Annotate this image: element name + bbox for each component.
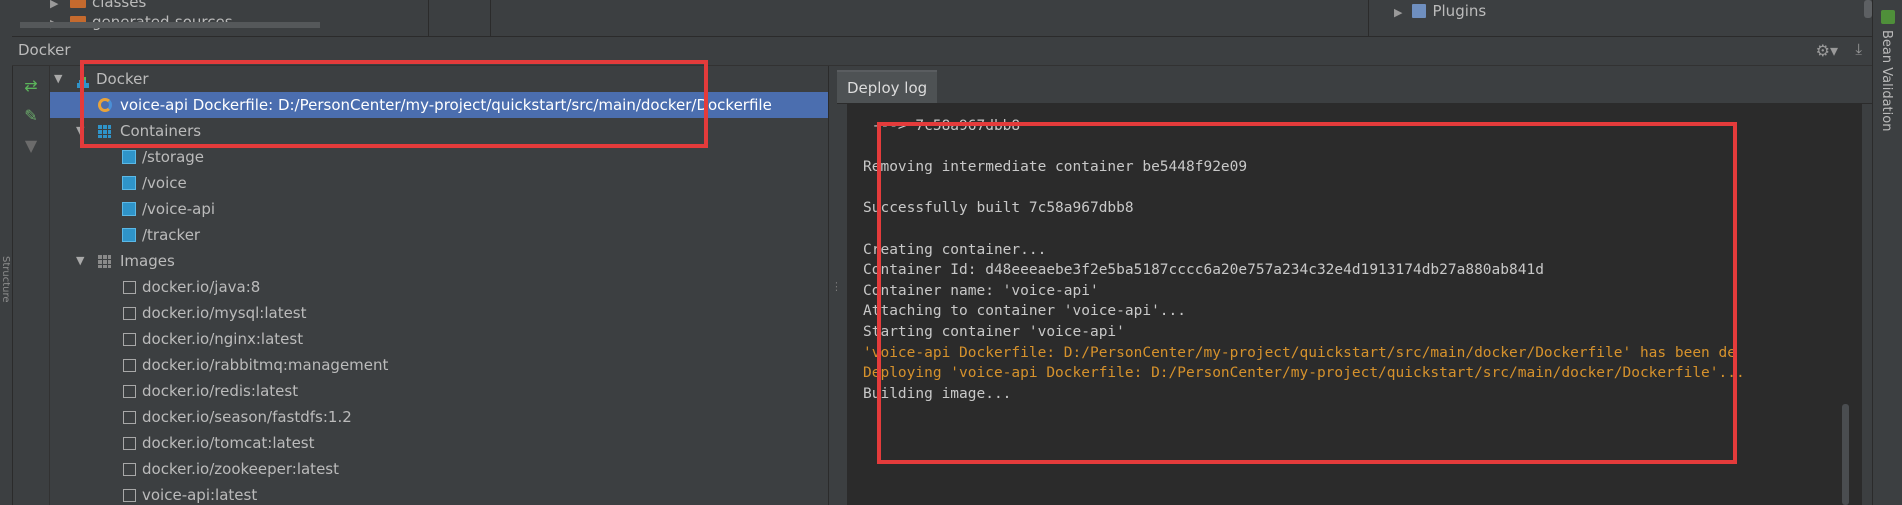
gear-icon[interactable]: ⚙▾ [1816, 41, 1838, 60]
tree-node-label: /voice [142, 174, 187, 192]
bean-validation-tab[interactable]: Bean Validation [1879, 30, 1894, 131]
collapse-arrow-icon[interactable]: ▼ [76, 118, 84, 144]
tree-node-docker-root[interactable]: ▼ Docker [50, 66, 828, 92]
deploy-icon[interactable]: ⇄ [19, 74, 43, 98]
tree-node-image[interactable]: voice-api:latest [50, 482, 828, 505]
tree-node-label: docker.io/rabbitmq:management [142, 356, 389, 374]
log-line: Building image... [863, 385, 1012, 402]
tree-node-label: voice-api:latest [142, 486, 258, 504]
tree-node-image[interactable]: docker.io/season/fastdfs:1.2 [50, 404, 828, 430]
image-icon [123, 281, 136, 294]
log-line: Successfully built 7c58a967dbb8 [863, 200, 1134, 217]
tree-node-label: docker.io/java:8 [142, 278, 261, 296]
tree-node-label: docker.io/zookeeper:latest [142, 460, 339, 478]
tree-node-label: /storage [142, 148, 205, 166]
tree-node-label: docker.io/season/fastdfs:1.2 [142, 408, 352, 426]
collapse-arrow-icon[interactable]: ▼ [54, 66, 62, 92]
tree-node-deployment[interactable]: voice-api Dockerfile: D:/PersonCenter/my… [50, 92, 828, 118]
hide-icon[interactable]: ⤓ [1855, 40, 1862, 58]
left-tool-strip: Structure [0, 36, 13, 505]
tree-node-container[interactable]: /tracker [50, 222, 828, 248]
tree-node-image[interactable]: docker.io/nginx:latest [50, 326, 828, 352]
tree-node-images[interactable]: ▼ Images [50, 248, 828, 274]
tree-node-label: docker.io/tomcat:latest [142, 434, 315, 452]
image-icon [123, 359, 136, 372]
tree-node-image[interactable]: docker.io/rabbitmq:management [50, 352, 828, 378]
tree-row-label: classes [92, 0, 147, 11]
log-line: ---> 7c58a967dbb8 [863, 118, 1021, 134]
images-icon [98, 255, 111, 268]
tree-node-label: Docker [96, 70, 149, 88]
tree-node-container[interactable]: /voice [50, 170, 828, 196]
tree-node-label: docker.io/nginx:latest [142, 330, 304, 348]
container-icon [122, 228, 136, 242]
divider [428, 0, 429, 36]
tree-node-container[interactable]: /storage [50, 144, 828, 170]
docker-icon [76, 72, 90, 88]
deploy-log-output[interactable]: ---> 7c58a967dbb8 Removing intermediate c… [847, 104, 1862, 505]
tree-node-label: docker.io/mysql:latest [142, 304, 307, 322]
tree-node-image[interactable]: docker.io/java:8 [50, 274, 828, 300]
tree-node-image[interactable]: docker.io/zookeeper:latest [50, 456, 828, 482]
folder-icon [70, 0, 86, 8]
docker-tree: ▼ Docker voice-api Dockerfile: D:/Person… [50, 66, 828, 505]
vertical-scrollbar[interactable] [1864, 0, 1872, 18]
tool-window-title: Docker [18, 41, 71, 59]
container-icon [122, 202, 136, 216]
containers-icon [98, 125, 111, 138]
tree-node-image[interactable]: docker.io/tomcat:latest [50, 430, 828, 456]
tree-node-image[interactable]: docker.io/mysql:latest [50, 300, 828, 326]
right-tool-strip: Bean Validation [1872, 0, 1902, 505]
tree-node-containers[interactable]: ▼ Containers [50, 118, 828, 144]
tree-node-label: voice-api Dockerfile: D:/PersonCenter/my… [120, 96, 772, 114]
docker-toolbar: ⇄ ✎ ▼ [13, 66, 50, 505]
tree-node-label: Images [120, 252, 175, 270]
project-tree-strip: ▶classes ▶generated-sources ▶Plugins [0, 0, 1902, 37]
image-icon [123, 333, 136, 346]
log-tab-bar: Deploy log [837, 66, 1872, 104]
tree-row-classes[interactable]: ▶ classes [50, 0, 146, 12]
tree-node-label: docker.io/redis:latest [142, 382, 299, 400]
bean-validation-icon [1881, 10, 1895, 24]
tree-node-image[interactable]: docker.io/redis:latest [50, 378, 828, 404]
plugins-icon [1412, 4, 1427, 18]
loading-spinner-icon [98, 98, 112, 112]
image-icon [123, 489, 136, 502]
filter-icon[interactable]: ▼ [19, 134, 43, 158]
tree-node-label: Containers [120, 122, 202, 140]
deploy-log-panel: Deploy log ---> 7c58a967dbb8 Removing int… [837, 66, 1872, 505]
image-icon [123, 307, 136, 320]
tree-row-plugins[interactable]: ▶ Plugins [1394, 2, 1486, 20]
tree-row-label: Plugins [1432, 2, 1487, 20]
log-line: Removing intermediate container be5448f9… [863, 159, 1248, 176]
horizontal-scrollbar[interactable] [20, 22, 320, 28]
image-icon [123, 463, 136, 476]
tool-window-header: Docker ⚙▾ ⤓ [12, 37, 1872, 66]
collapse-arrow-icon[interactable]: ▼ [76, 248, 84, 274]
container-icon [122, 150, 136, 164]
image-icon [123, 437, 136, 450]
image-icon [123, 385, 136, 398]
top-left-gutter [0, 0, 12, 36]
image-icon [123, 411, 136, 424]
edit-configuration-icon[interactable]: ✎ [19, 104, 43, 128]
tree-node-label: /tracker [142, 226, 201, 244]
log-scrollbar[interactable] [1842, 404, 1849, 505]
tree-node-label: /voice-api [142, 200, 216, 218]
container-icon [122, 176, 136, 190]
expand-arrow-icon[interactable]: ▶ [1394, 6, 1402, 19]
tab-deploy-log[interactable]: Deploy log [837, 70, 938, 103]
tree-node-container[interactable]: /voice-api [50, 196, 828, 222]
structure-tab[interactable]: Structure [0, 256, 11, 303]
divider [490, 0, 491, 36]
